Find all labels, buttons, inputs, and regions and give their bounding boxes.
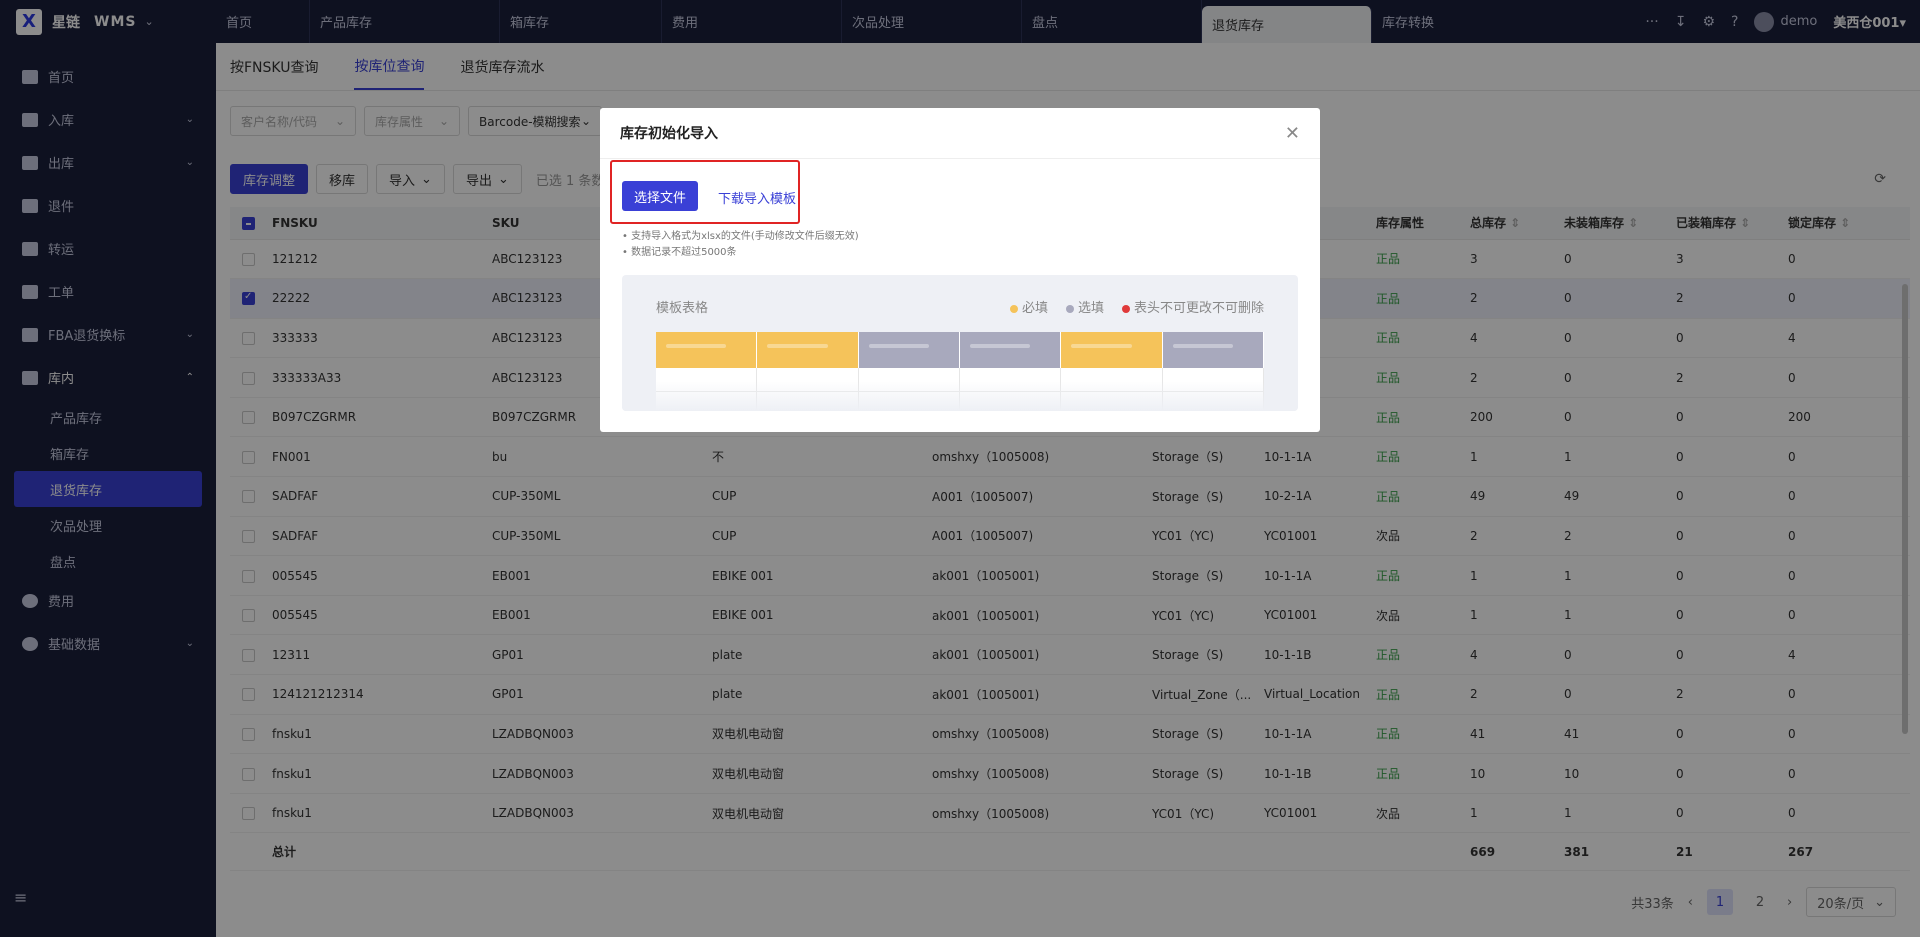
template-legend: 必填 选填 表头不可更改不可删除 <box>1009 297 1264 316</box>
note-limit: • 数据记录不超过5000条 <box>622 247 737 258</box>
header-dot-icon <box>1121 304 1130 313</box>
close-icon[interactable]: ✕ <box>1285 123 1300 144</box>
template-col-required <box>656 332 758 368</box>
modal-title: 库存初始化导入 <box>620 126 718 142</box>
note-format: • 支持导入格式为xlsx的文件(手动修改文件后缀无效) <box>622 231 859 242</box>
import-notes: • 支持导入格式为xlsx的文件(手动修改文件后缀无效) • 数据记录不超过50… <box>622 229 859 261</box>
modal-header: 库存初始化导入 ✕ <box>600 108 1320 159</box>
template-col-optional <box>858 332 960 368</box>
legend-header: 表头不可更改不可删除 <box>1121 297 1264 316</box>
choose-file-button[interactable]: 选择文件 <box>622 181 699 211</box>
legend-optional: 选填 <box>1065 297 1104 316</box>
legend-header-label: 表头不可更改不可删除 <box>1133 301 1264 316</box>
template-title: 模板表格 <box>656 301 709 316</box>
legend-optional-label: 选填 <box>1077 301 1104 316</box>
import-modal: 库存初始化导入 ✕ 选择文件 下载导入模板 • 支持导入格式为xlsx的文件(手… <box>600 108 1320 432</box>
template-col-required <box>1061 332 1163 368</box>
template-col-optional <box>1162 332 1264 368</box>
legend-required: 必填 <box>1009 297 1048 316</box>
required-dot-icon <box>1009 304 1018 313</box>
template-preview: 模板表格 必填 选填 表头不可更改不可删除 <box>622 275 1298 411</box>
template-col-required <box>757 332 859 368</box>
download-template-link[interactable]: 下载导入模板 <box>718 188 796 207</box>
optional-dot-icon <box>1065 304 1074 313</box>
legend-required-label: 必填 <box>1021 301 1048 316</box>
template-fade <box>622 381 1298 411</box>
template-col-optional <box>960 332 1062 368</box>
